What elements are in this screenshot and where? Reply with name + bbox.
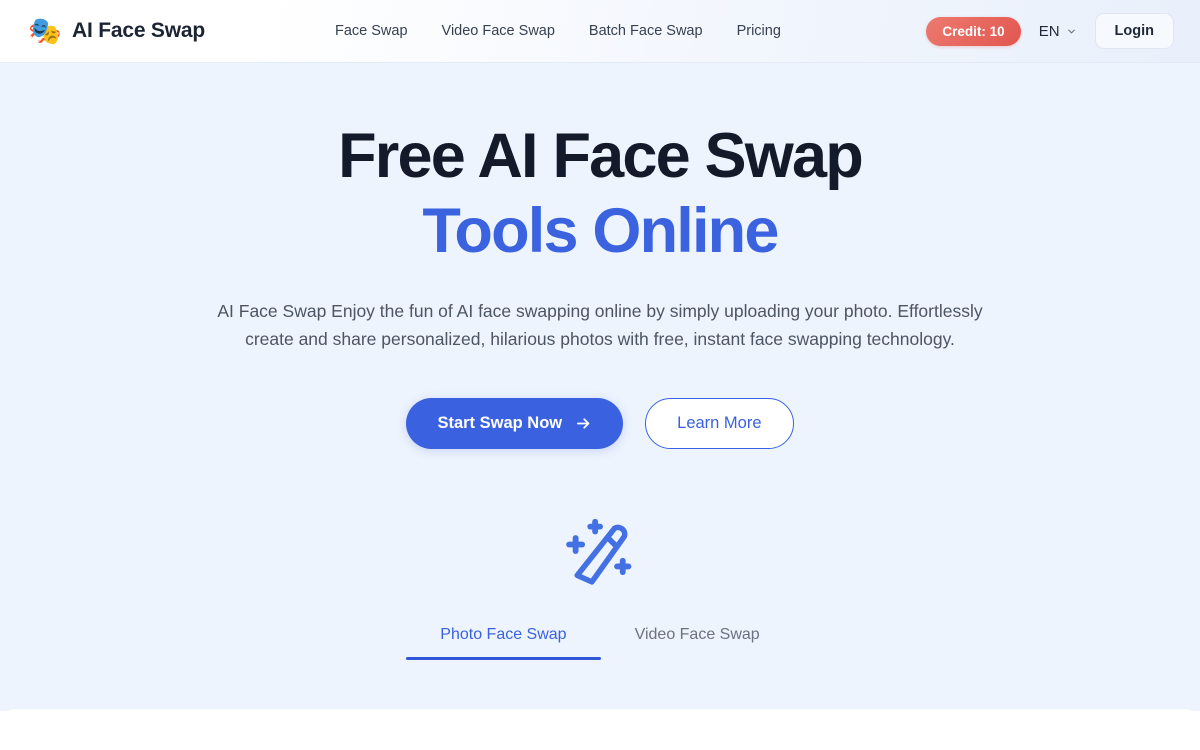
language-selector[interactable]: EN xyxy=(1037,19,1079,44)
site-header: 🎭 AI Face Swap Face Swap Video Face Swap… xyxy=(0,0,1200,63)
theatre-masks-icon: 🎭 xyxy=(28,15,62,46)
arrow-right-icon xyxy=(577,418,590,429)
nav-item-pricing[interactable]: Pricing xyxy=(735,17,783,45)
learn-more-button[interactable]: Learn More xyxy=(645,397,794,449)
hero-description: AI Face Swap Enjoy the fun of AI face sw… xyxy=(217,301,983,350)
feature-icon-wrap xyxy=(0,512,1200,590)
login-button[interactable]: Login xyxy=(1094,13,1174,49)
hero-cta-row: Start Swap Now Learn More xyxy=(0,397,1200,449)
brand-name: AI Face Swap xyxy=(72,19,205,42)
credit-badge[interactable]: Credit: 10 xyxy=(926,16,1021,46)
tab-video-face-swap[interactable]: Video Face Swap xyxy=(601,626,794,660)
page-title: Free AI Face Swap Tools Online xyxy=(0,125,1200,263)
start-swap-now-button[interactable]: Start Swap Now xyxy=(406,397,624,449)
nav-item-batch-face-swap[interactable]: Batch Face Swap xyxy=(587,17,705,45)
hero-section: Free AI Face Swap Tools Online AI Face S… xyxy=(0,63,1200,711)
content-panel xyxy=(0,709,1200,750)
face-swap-tabs: Photo Face Swap Video Face Swap xyxy=(0,626,1200,660)
header-actions: Credit: 10 EN Login xyxy=(926,13,1174,49)
magic-wand-icon xyxy=(566,518,632,585)
chevron-down-icon xyxy=(1067,29,1075,33)
nav-item-video-face-swap[interactable]: Video Face Swap xyxy=(440,17,557,45)
tab-photo-face-swap[interactable]: Photo Face Swap xyxy=(406,626,601,660)
page-title-line-1: Free AI Face Swap xyxy=(338,121,864,191)
brand-logo-link[interactable]: 🎭 AI Face Swap xyxy=(28,14,205,48)
nav-item-face-swap[interactable]: Face Swap xyxy=(333,17,410,45)
main-navigation: Face Swap Video Face Swap Batch Face Swa… xyxy=(333,17,783,45)
start-swap-now-label: Start Swap Now xyxy=(437,413,563,432)
language-value: EN xyxy=(1038,22,1060,40)
page-title-line-2: Tools Online xyxy=(422,196,779,266)
